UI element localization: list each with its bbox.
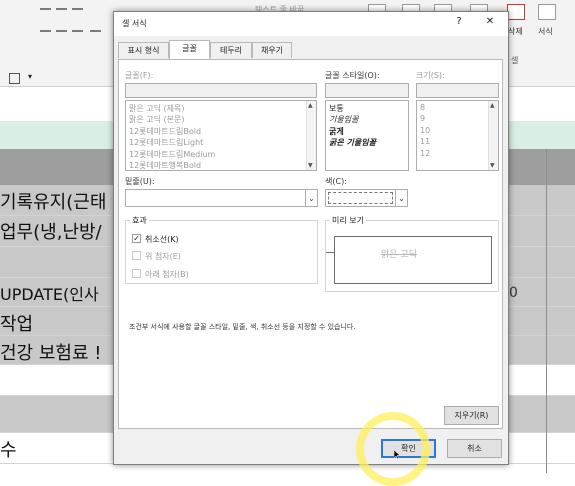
- chevron-down-icon[interactable]: ▼: [490, 162, 495, 169]
- format-label[interactable]: 서식: [538, 26, 553, 37]
- effects-title: 효과: [130, 215, 149, 226]
- list-item[interactable]: 보통: [329, 103, 344, 114]
- font-style-list[interactable]: 보통 기울임꼴 굵게 굵은 기울임꼴: [325, 100, 409, 171]
- indent-icon[interactable]: [90, 30, 101, 32]
- align-top-icon[interactable]: [40, 8, 51, 10]
- list-item[interactable]: 9: [420, 114, 425, 123]
- align-bottom-icon[interactable]: [72, 8, 83, 10]
- underline-label: 밑줄(U):: [125, 177, 155, 186]
- chevron-down-icon[interactable]: ▾: [28, 72, 32, 81]
- help-icon[interactable]: ?: [451, 16, 467, 27]
- mouse-pointer-icon: [394, 450, 400, 459]
- font-label: 글꼴(F):: [125, 71, 154, 80]
- list-item[interactable]: 기울임꼴: [329, 114, 358, 125]
- chevron-up-icon[interactable]: ▲: [308, 102, 313, 109]
- preview-group: 미리 보기 맑은 고딕: [325, 215, 499, 292]
- align-right-icon[interactable]: [72, 30, 83, 32]
- tab-number-format[interactable]: 표시 형식: [118, 42, 169, 58]
- save-icon[interactable]: [9, 73, 20, 84]
- tab-border[interactable]: 테두리: [210, 42, 252, 58]
- font-style-label: 글꼴 스타일(O):: [325, 71, 380, 80]
- description-text: 조건부 서식에 사용할 글꼴 스타일, 밑줄, 색, 취소선 등을 지정할 수 …: [129, 323, 356, 331]
- clear-button[interactable]: 지우기(R): [444, 406, 499, 425]
- font-style-input[interactable]: [325, 83, 409, 98]
- subscript-checkbox[interactable]: [132, 269, 141, 278]
- list-item[interactable]: 12롯데마트드림Medium: [129, 149, 215, 160]
- strikethrough-label[interactable]: 취소선(K): [145, 234, 179, 245]
- superscript-label[interactable]: 위 첨자(E): [145, 251, 181, 262]
- chevron-down-icon[interactable]: ⌄: [305, 190, 317, 206]
- font-list[interactable]: 맑은 고딕 (제목) 맑은 고딕 (본문) 12롯데마트드림Bold 12롯데마…: [125, 100, 317, 171]
- list-item[interactable]: 맑은 고딕 (본문): [129, 114, 185, 125]
- chevron-down-icon[interactable]: ⌄: [395, 190, 407, 206]
- preview-title: 미리 보기: [330, 215, 366, 226]
- list-item[interactable]: 굵게: [329, 126, 344, 137]
- column-border: [546, 149, 547, 473]
- list-item[interactable]: 11: [420, 137, 430, 146]
- partial-cell-text: 0: [509, 285, 518, 301]
- subscript-label[interactable]: 아래 첨자(B): [145, 269, 189, 280]
- size-input[interactable]: [416, 83, 499, 98]
- strikethrough-checkbox[interactable]: ✓: [132, 234, 141, 243]
- list-item[interactable]: 8: [420, 103, 425, 112]
- list-item[interactable]: 12롯데마트행복Bold: [129, 160, 201, 170]
- list-item[interactable]: 10: [420, 126, 430, 135]
- font-list-scrollbar[interactable]: ▲ ▼: [306, 101, 316, 170]
- close-icon[interactable]: ✕: [482, 16, 498, 27]
- cells-group-label: 셀: [511, 56, 519, 65]
- font-tab-panel: 글꼴(F): 맑은 고딕 (제목) 맑은 고딕 (본문) 12롯데마트드림Bol…: [118, 59, 503, 429]
- format-cell-icon[interactable]: [538, 4, 556, 20]
- effects-group: 효과 ✓ 취소선(K) 위 첨자(E) 아래 첨자(B): [125, 215, 318, 284]
- align-center-icon[interactable]: [56, 30, 67, 32]
- superscript-checkbox[interactable]: [132, 251, 141, 260]
- align-middle-icon[interactable]: [56, 8, 67, 10]
- list-item[interactable]: 12롯데마트드림Bold: [129, 126, 201, 137]
- format-cells-dialog: 셀 서식 ? ✕ 표시 형식 글꼴 테두리 채우기 글꼴(F): 맑은 고딕 (…: [113, 11, 509, 465]
- size-list[interactable]: 8 9 10 11 12 ▲ ▼: [416, 100, 499, 171]
- dialog-title: 셀 서식: [122, 19, 147, 28]
- color-swatch: [328, 192, 393, 204]
- list-item[interactable]: 12롯데마트드림Light: [129, 137, 203, 148]
- click-highlight: [356, 412, 430, 486]
- dialog-titlebar[interactable]: 셀 서식 ? ✕: [114, 12, 508, 36]
- font-input[interactable]: [125, 83, 317, 98]
- tab-font[interactable]: 글꼴: [169, 40, 210, 59]
- preview-box: [334, 236, 492, 284]
- delete-cell-icon[interactable]: [507, 4, 525, 20]
- size-list-scrollbar[interactable]: ▲ ▼: [488, 101, 498, 170]
- color-label: 색(C):: [325, 177, 347, 186]
- list-item[interactable]: 맑은 고딕 (제목): [129, 103, 185, 114]
- list-item[interactable]: 12: [420, 149, 430, 158]
- list-item[interactable]: 굵은 기울임꼴: [329, 137, 376, 148]
- align-left-icon[interactable]: [40, 30, 51, 32]
- tab-fill[interactable]: 채우기: [252, 42, 292, 58]
- chevron-up-icon[interactable]: ▲: [490, 102, 495, 109]
- delete-label[interactable]: 삭제: [508, 26, 523, 37]
- underline-dropdown[interactable]: ⌄: [125, 189, 318, 207]
- color-dropdown[interactable]: ⌄: [325, 189, 408, 207]
- size-label: 크기(S):: [416, 71, 445, 80]
- preview-sample: 맑은 고딕: [381, 250, 417, 260]
- chevron-down-icon[interactable]: ▼: [308, 162, 313, 169]
- cancel-button[interactable]: 취소: [447, 439, 502, 458]
